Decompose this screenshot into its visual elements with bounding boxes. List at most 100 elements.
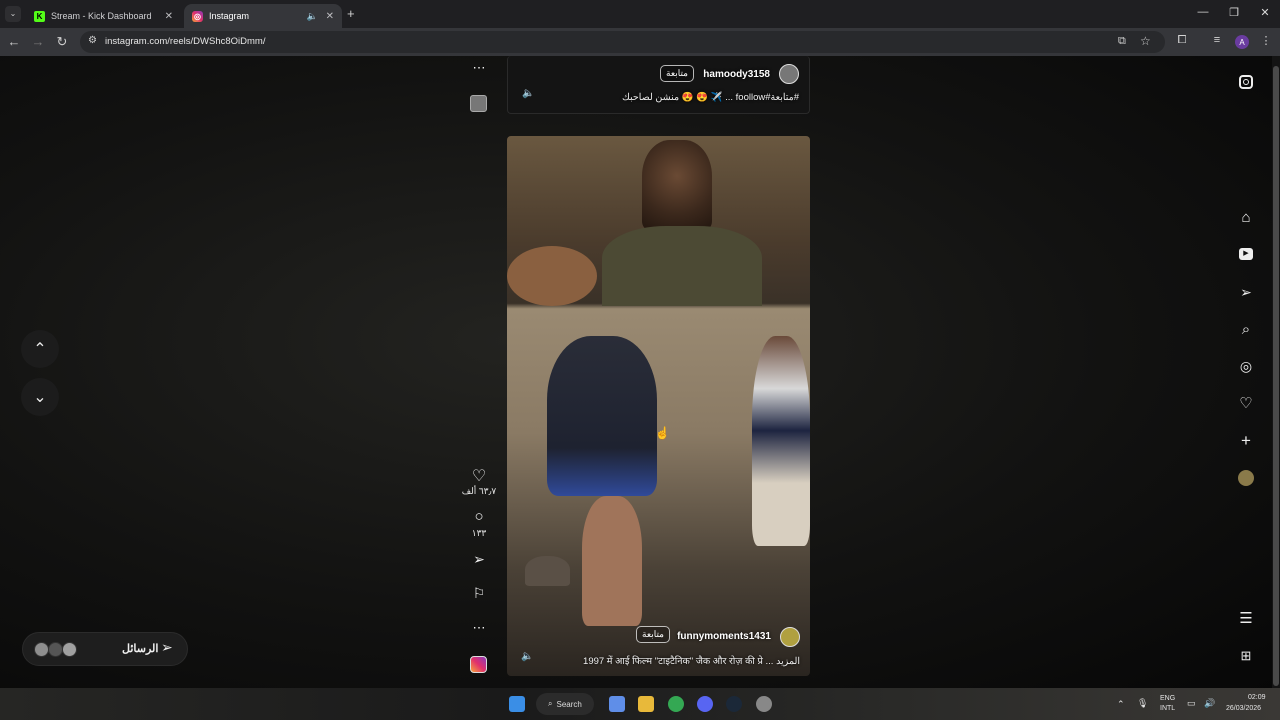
- instagram-logo-icon[interactable]: [1236, 72, 1256, 92]
- previous-reel[interactable]: hamoody3158 متابعة منشن لصاحبك 😍 😍 ✈️ ..…: [507, 56, 810, 114]
- browser-tab-bar: ⌄ K Stream - Kick Dashboard ✕ ◎ Instagra…: [0, 0, 1280, 28]
- previous-reel-button[interactable]: ⌃: [21, 330, 59, 368]
- volume-icon[interactable]: 🔊: [1204, 698, 1215, 709]
- reel-username[interactable]: hamoody3158: [703, 69, 770, 80]
- steam-icon[interactable]: [726, 696, 742, 712]
- file-explorer-icon[interactable]: [638, 696, 654, 712]
- search-icon: ⌕: [548, 699, 553, 708]
- reel-caption[interactable]: 1997 में आई फिल्म "टाइटैनिक" जैक और रोज़…: [583, 654, 800, 667]
- profile-avatar-icon[interactable]: [1236, 468, 1256, 488]
- notepad-icon[interactable]: [609, 696, 625, 712]
- forward-icon[interactable]: →: [29, 34, 47, 50]
- close-tab-icon[interactable]: ✕: [326, 11, 334, 22]
- audio-playing-icon[interactable]: 🔈: [307, 11, 318, 22]
- scrollbar[interactable]: [1272, 56, 1280, 688]
- tab-title: Stream - Kick Dashboard: [51, 11, 152, 21]
- reel-prop: [507, 246, 597, 306]
- tab-kick-dashboard[interactable]: K Stream - Kick Dashboard ✕: [26, 4, 181, 28]
- reel-caption[interactable]: منشن لصاحبك 😍 😍 ✈️ ... foollow#متابعة#: [622, 92, 799, 103]
- menu-hamburger-icon[interactable]: ☰: [1236, 608, 1256, 628]
- follow-button[interactable]: متابعة: [636, 626, 670, 643]
- kick-icon: K: [34, 10, 45, 22]
- next-reel-button[interactable]: ⌄: [21, 378, 59, 416]
- search-label: Search: [556, 699, 582, 709]
- reel-subject-face: [642, 140, 712, 230]
- direct-message-icon: ➢: [161, 639, 173, 655]
- clock-time[interactable]: 02:09: [1248, 694, 1266, 701]
- install-app-icon[interactable]: ⧉: [1118, 35, 1126, 48]
- scrollbar-thumb[interactable]: [1273, 66, 1279, 686]
- restore-icon[interactable]: ❐: [1224, 6, 1244, 19]
- back-icon[interactable]: ←: [5, 34, 23, 50]
- avatar: [48, 642, 63, 657]
- reel-helmet: [525, 556, 570, 586]
- media-controls-icon[interactable]: ≡: [1209, 34, 1225, 46]
- like-count: ٦٣٫٧ ألف: [461, 486, 497, 496]
- volume-icon[interactable]: 🔈: [522, 88, 534, 99]
- comment-icon[interactable]: ○: [468, 508, 490, 525]
- network-icon[interactable]: ▭: [1187, 698, 1196, 709]
- profile-avatar[interactable]: A: [1235, 35, 1249, 49]
- language-bottom[interactable]: INTL: [1160, 705, 1175, 712]
- save-bookmark-icon[interactable]: ⚐: [468, 585, 490, 602]
- avatar[interactable]: [779, 64, 799, 84]
- clock-date[interactable]: 26/03/2026: [1226, 705, 1261, 712]
- new-tab-icon[interactable]: +: [347, 6, 355, 21]
- browser-toolbar: ← → ↻ ⚙ instagram.com/reels/DWShc8OiDmm/…: [0, 28, 1280, 56]
- bookmark-star-icon[interactable]: ☆: [1140, 34, 1151, 48]
- reload-icon[interactable]: ↻: [53, 34, 71, 50]
- mouse-cursor-icon: ☝: [655, 426, 670, 440]
- reel-subject-left: [547, 336, 657, 496]
- messenger-icon[interactable]: ➢: [1236, 282, 1256, 302]
- address-bar[interactable]: ⚙ instagram.com/reels/DWShc8OiDmm/ ⧉ ☆: [80, 31, 1165, 53]
- reels-icon[interactable]: ▶: [1236, 244, 1256, 264]
- tab-instagram[interactable]: ◎ Instagram 🔈 ✕: [184, 4, 342, 28]
- reel-subject-legs: [582, 496, 642, 626]
- avatar[interactable]: [780, 627, 800, 647]
- instagram-reels-page: hamoody3158 متابعة منشن لصاحبك 😍 😍 ✈️ ..…: [0, 56, 1280, 688]
- discord-icon[interactable]: [697, 696, 713, 712]
- tab-title: Instagram: [209, 11, 250, 21]
- extensions-icon[interactable]: ⧠: [1174, 34, 1190, 47]
- microphone-icon[interactable]: 🎙: [1137, 698, 1148, 709]
- more-apps-grid-icon[interactable]: ⊞: [1236, 646, 1256, 666]
- more-options-icon[interactable]: ⋯: [468, 620, 490, 636]
- tab-search-icon[interactable]: ⌄: [5, 6, 21, 22]
- instagram-icon: ◎: [192, 10, 203, 22]
- minimize-icon[interactable]: —: [1193, 6, 1213, 18]
- audio-thumbnail[interactable]: [470, 95, 487, 112]
- like-heart-icon[interactable]: ♡: [468, 466, 490, 486]
- volume-icon[interactable]: 🔈: [521, 651, 533, 662]
- taskbar-search[interactable]: ⌕ Search: [536, 693, 594, 715]
- browser-menu-icon[interactable]: ⋮: [1258, 34, 1274, 47]
- window-close-icon[interactable]: ✕: [1255, 6, 1275, 19]
- reel-subject-right: [752, 336, 810, 546]
- chevron-down-icon: ⌄: [33, 389, 47, 406]
- tray-chevron-up-icon[interactable]: ⌃: [1117, 699, 1125, 710]
- chrome-icon[interactable]: [668, 696, 684, 712]
- reel-subject-shirt: [602, 226, 762, 306]
- audio-thumbnail[interactable]: [470, 656, 487, 673]
- search-icon[interactable]: ⌕: [1236, 319, 1256, 339]
- language-top[interactable]: ENG: [1160, 695, 1175, 702]
- avatar: [62, 642, 77, 657]
- notifications-heart-icon[interactable]: ♡: [1236, 393, 1256, 413]
- reel-video[interactable]: funnymoments1431 متابعة 1997 में आई फिल्…: [507, 136, 810, 676]
- site-info-icon[interactable]: ⚙: [88, 35, 97, 46]
- app-icon[interactable]: [756, 696, 772, 712]
- home-icon[interactable]: ⌂: [1236, 207, 1256, 227]
- create-plus-icon[interactable]: +: [1236, 431, 1256, 451]
- reel-username[interactable]: funnymoments1431: [677, 631, 771, 642]
- messages-label: الرسائل: [122, 643, 159, 655]
- follow-button[interactable]: متابعة: [660, 65, 694, 82]
- url-text[interactable]: instagram.com/reels/DWShc8OiDmm/: [105, 36, 265, 47]
- chevron-up-icon: ⌃: [33, 341, 47, 358]
- more-options-icon[interactable]: ⋯: [468, 60, 490, 76]
- comment-count: ١٣٣: [471, 528, 487, 538]
- close-tab-icon[interactable]: ✕: [165, 11, 173, 22]
- windows-start-icon[interactable]: [509, 696, 525, 712]
- share-icon[interactable]: ➢: [468, 551, 490, 568]
- messages-button[interactable]: الرسائل ➢: [22, 632, 188, 666]
- explore-compass-icon[interactable]: ◎: [1236, 356, 1256, 376]
- windows-taskbar: ⌕ Search ⌃ 🎙 ENG INTL ▭ 🔊 02:09 26/03/20…: [0, 688, 1280, 720]
